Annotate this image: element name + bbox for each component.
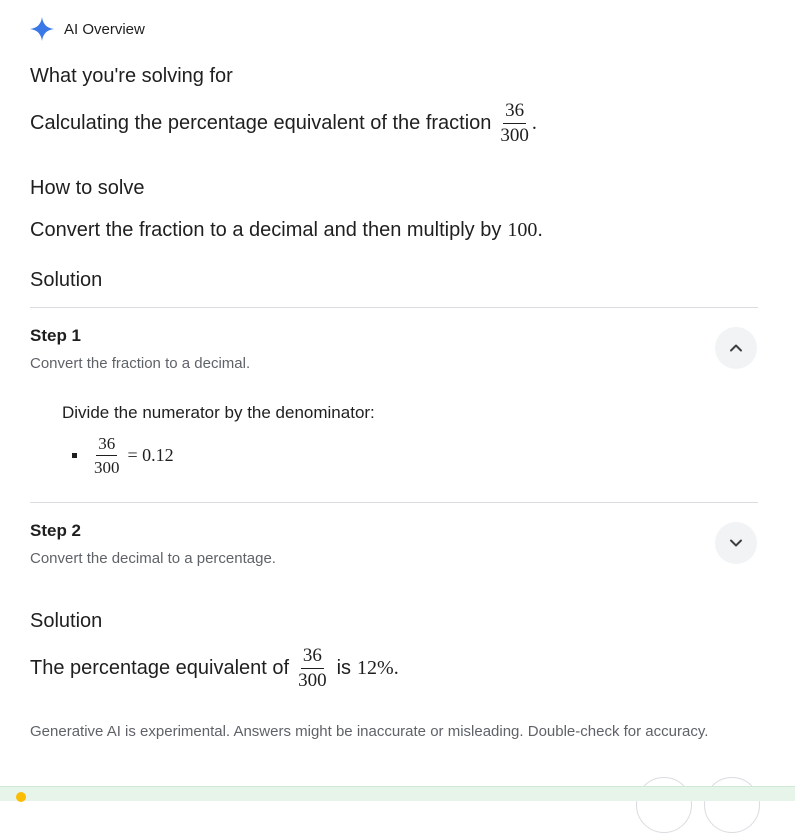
solving-for-sentence: Calculating the percentage equivalent of… bbox=[30, 111, 492, 134]
step-1-collapse-button[interactable] bbox=[715, 327, 757, 369]
math-value: 100 bbox=[507, 218, 538, 241]
fraction-numerator: 36 bbox=[96, 433, 118, 456]
step-1-title: Step 1 bbox=[30, 326, 82, 345]
final-sentence: The percentage equivalent of bbox=[30, 656, 290, 679]
solving-for-heading: What you're solving for bbox=[30, 65, 233, 87]
disclaimer: Generative AI is experimental. Answers m… bbox=[30, 723, 709, 740]
fraction: 36 300 bbox=[498, 100, 531, 147]
chevron-up-icon bbox=[730, 344, 742, 352]
bullet bbox=[72, 453, 77, 458]
step-2-expand-button[interactable] bbox=[715, 522, 757, 564]
period: . bbox=[531, 111, 537, 134]
step-2-title: Step 2 bbox=[30, 521, 82, 540]
chevron-down-icon bbox=[730, 539, 742, 547]
period: . bbox=[537, 218, 543, 241]
step-2-subtitle: Convert the decimal to a percentage. bbox=[30, 550, 276, 567]
solving-for-text: Calculating the percentage equivalent of… bbox=[30, 100, 537, 146]
step-2-panel: Step 2 Convert the decimal to a percenta… bbox=[0, 502, 795, 588]
step-1-equation: 36 300 = 0.12 bbox=[88, 432, 174, 478]
fraction-denominator: 300 bbox=[500, 124, 529, 146]
final-connector: is bbox=[336, 656, 352, 679]
bottom-bar bbox=[0, 786, 795, 801]
fraction-denominator: 300 bbox=[94, 457, 120, 477]
step-1-subtitle: Convert the fraction to a decimal. bbox=[30, 355, 251, 372]
final-solution-heading: Solution bbox=[30, 610, 103, 632]
fraction: 36 300 bbox=[296, 645, 329, 692]
fraction-denominator: 300 bbox=[298, 669, 327, 691]
fraction-numerator: 36 bbox=[300, 645, 324, 669]
fraction-numerator: 36 bbox=[503, 100, 527, 124]
sparkle-icon bbox=[30, 17, 54, 41]
period: . bbox=[393, 656, 399, 679]
final-solution-text: The percentage equivalent of 36 300 is 1… bbox=[30, 645, 399, 691]
status-dot-icon bbox=[16, 792, 26, 802]
header-title: AI Overview bbox=[64, 20, 145, 38]
solution-heading: Solution bbox=[30, 269, 103, 291]
how-to-solve-heading: How to solve bbox=[30, 177, 145, 199]
fraction: 36 300 bbox=[92, 433, 122, 478]
step-1-body: Divide the numerator by the denominator: bbox=[62, 403, 375, 422]
equation-result: = 0.12 bbox=[127, 444, 174, 465]
ai-overview-header: AI Overview bbox=[30, 16, 145, 42]
final-answer: 12% bbox=[357, 656, 394, 679]
step-1-panel: Step 1 Convert the fraction to a decimal… bbox=[0, 307, 795, 502]
how-to-solve-text: Convert the fraction to a decimal and th… bbox=[30, 217, 543, 243]
how-to-sentence: Convert the fraction to a decimal and th… bbox=[30, 218, 502, 241]
